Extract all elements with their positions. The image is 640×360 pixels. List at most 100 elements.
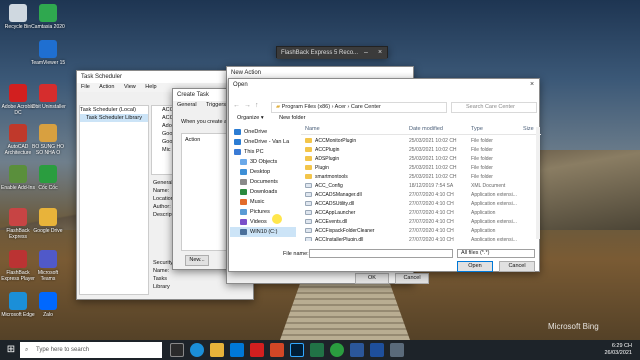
- desktop-icon-coccoc[interactable]: Cốc Cốc: [30, 165, 66, 191]
- tab-triggers[interactable]: Triggers: [206, 102, 226, 108]
- new-action-title: New Action: [231, 70, 262, 76]
- desktop-icon-bo-sung[interactable]: BO SUNG HO SO NHA O: [30, 124, 66, 156]
- new-action-button[interactable]: New...: [185, 255, 209, 266]
- acrobat-icon[interactable]: [250, 343, 264, 357]
- flashback-player-icon: [9, 250, 27, 268]
- cancel-button[interactable]: Cancel: [499, 261, 535, 272]
- system-clock[interactable]: 6:29 CH 26/03/2021: [580, 343, 632, 357]
- app-icon[interactable]: [370, 343, 384, 357]
- camtasia-icon: [39, 4, 57, 22]
- filetype-select[interactable]: All files (*.*): [457, 249, 535, 258]
- nav-item-icon: [234, 138, 241, 145]
- breadcrumb-acer[interactable]: Acer: [335, 104, 346, 110]
- column-type[interactable]: Type: [471, 126, 483, 132]
- file-row[interactable]: ACCEvents.dll 27/07/2020 4:10 CH Applicati…: [301, 218, 535, 227]
- close-icon[interactable]: ×: [373, 47, 387, 59]
- address-bar[interactable]: ▰ Program Files (x86) › Acer › Care Cent…: [271, 102, 447, 113]
- open-file-dialog[interactable]: Open × ←→↑ ▰ Program Files (x86) › Acer …: [228, 78, 541, 272]
- file-explorer-icon[interactable]: [210, 343, 224, 357]
- tree-item-local[interactable]: Task Scheduler (Local): [80, 106, 148, 114]
- open-dialog-title-bar[interactable]: Open ×: [229, 79, 539, 91]
- breadcrumb-program-files[interactable]: Program Files (x86): [282, 104, 330, 110]
- file-row[interactable]: ACCFixpackFolderCleaner 27/07/2020 4:10 C…: [301, 227, 535, 236]
- minimize-icon[interactable]: –: [359, 47, 373, 59]
- flashback-title: FlashBack Express 5 Reco...: [281, 50, 359, 56]
- nav-item[interactable]: OneDrive: [230, 127, 296, 137]
- file-row[interactable]: ACCInstallerPlugin.dll 27/07/2020 4:10 CH…: [301, 236, 535, 241]
- menu-action[interactable]: Action: [99, 84, 114, 90]
- column-date[interactable]: Date modified: [409, 126, 443, 132]
- ok-button[interactable]: OK: [355, 273, 389, 284]
- task-view-icon[interactable]: [170, 343, 184, 357]
- desktop-icon-google-drive[interactable]: Google Drive: [30, 208, 66, 234]
- nav-item[interactable]: Documents: [230, 177, 296, 187]
- nav-item[interactable]: Downloads: [230, 187, 296, 197]
- file-row[interactable]: ACC_Config 18/12/2019 7:54 SA XML Document: [301, 182, 535, 191]
- nav-item[interactable]: This PC: [230, 147, 296, 157]
- forward-arrow-icon[interactable]: →: [244, 102, 255, 109]
- file-type: File folder: [471, 138, 493, 144]
- desktop-icon-teams[interactable]: Microsoft Teams: [30, 250, 66, 282]
- file-date: 25/03/2021 10:02 CH: [409, 165, 457, 171]
- desktop-icon-teamviewer[interactable]: TeamViewer 15: [30, 40, 66, 66]
- desktop-icon-iobit[interactable]: IObit Uninstaller: [30, 84, 66, 110]
- nav-item[interactable]: Videos: [230, 217, 296, 227]
- nav-item[interactable]: Pictures: [230, 207, 296, 217]
- nav-item[interactable]: 3D Objects: [230, 157, 296, 167]
- edge-icon[interactable]: [190, 343, 204, 357]
- breadcrumb-care-center[interactable]: Care Center: [351, 104, 381, 110]
- desktop-icon-zalo[interactable]: Zalo: [30, 292, 66, 318]
- navigation-pane: OneDrive OneDrive - Van La This PC 3D Objec…: [230, 127, 296, 240]
- task-scheduler-icon[interactable]: [390, 343, 404, 357]
- store-icon[interactable]: [230, 343, 244, 357]
- column-name[interactable]: Name: [305, 126, 320, 132]
- coccoc-icon[interactable]: [330, 343, 344, 357]
- file-row[interactable]: ACCAppLauncher 27/07/2020 4:10 CH Applicat…: [301, 209, 535, 218]
- nav-item-label: WIN10 (C:): [250, 229, 278, 235]
- back-arrow-icon[interactable]: ←: [233, 102, 244, 109]
- nav-item[interactable]: WIN10 (C:): [230, 227, 296, 237]
- excel-icon[interactable]: [310, 343, 324, 357]
- flashback-recorder-window[interactable]: FlashBack Express 5 Reco... – ×: [276, 46, 388, 59]
- file-row[interactable]: ACCADSUtility.dll 27/07/2020 4:10 CH Appli…: [301, 200, 535, 209]
- open-button[interactable]: Open: [457, 261, 493, 272]
- file-row[interactable]: ACCADSManager.dll 27/07/2020 4:10 CH Appli…: [301, 191, 535, 200]
- photoshop-icon[interactable]: [290, 343, 304, 357]
- nav-item-icon: [240, 178, 247, 185]
- menu-file[interactable]: File: [81, 84, 90, 90]
- file-row[interactable]: ACCMonitorPlugin 25/03/2021 10:02 CH File …: [301, 137, 535, 146]
- file-row[interactable]: ACCPlugin 25/03/2021 10:02 CH File folder: [301, 146, 535, 155]
- nav-item-icon: [240, 228, 247, 235]
- taskbar-search-box[interactable]: ⌕ Type here to search: [20, 342, 162, 358]
- new-folder-button[interactable]: New folder: [279, 115, 305, 121]
- nav-item[interactable]: OneDrive - Van La: [230, 137, 296, 147]
- organize-button[interactable]: Organize: [237, 115, 259, 121]
- menu-help[interactable]: Help: [145, 84, 156, 90]
- task-scheduler-tree: Task Scheduler (Local) Task Scheduler Li…: [79, 105, 149, 295]
- file-row[interactable]: smartmontools 25/03/2021 10:02 CH File fol…: [301, 173, 535, 182]
- file-row[interactable]: Plugin 25/03/2021 10:02 CH File folder: [301, 164, 535, 173]
- search-icon: ⌕: [25, 347, 29, 353]
- flashback-title-bar[interactable]: FlashBack Express 5 Reco... – ×: [277, 47, 387, 59]
- close-icon[interactable]: ×: [525, 79, 539, 91]
- tree-item-library[interactable]: Task Scheduler Library: [80, 114, 148, 122]
- file-type: Application extensi...: [471, 237, 517, 241]
- powerpoint-icon[interactable]: [270, 343, 284, 357]
- nav-item[interactable]: Music: [230, 197, 296, 207]
- column-size[interactable]: Size: [523, 126, 534, 132]
- tab-general[interactable]: General: [177, 102, 197, 108]
- desktop-icon-camtasia[interactable]: Camtasia 2020: [30, 4, 66, 30]
- menu-view[interactable]: View: [124, 84, 136, 90]
- file-name: ACC_Config: [305, 182, 405, 191]
- file-row[interactable]: ADSPlugin 25/03/2021 10:02 CH File folder: [301, 155, 535, 164]
- scrollbar[interactable]: [536, 127, 540, 239]
- up-arrow-icon[interactable]: ↑: [255, 102, 263, 109]
- file-name: ACCADSManager.dll: [305, 191, 405, 200]
- filename-input[interactable]: [309, 249, 453, 258]
- word-icon[interactable]: [350, 343, 364, 357]
- new-action-cancel-button[interactable]: Cancel: [395, 273, 429, 284]
- nav-item-icon: [240, 198, 247, 205]
- nav-item[interactable]: Desktop: [230, 167, 296, 177]
- windows-start-icon[interactable]: ⊞: [4, 343, 18, 357]
- search-input[interactable]: Search Care Center: [451, 102, 537, 113]
